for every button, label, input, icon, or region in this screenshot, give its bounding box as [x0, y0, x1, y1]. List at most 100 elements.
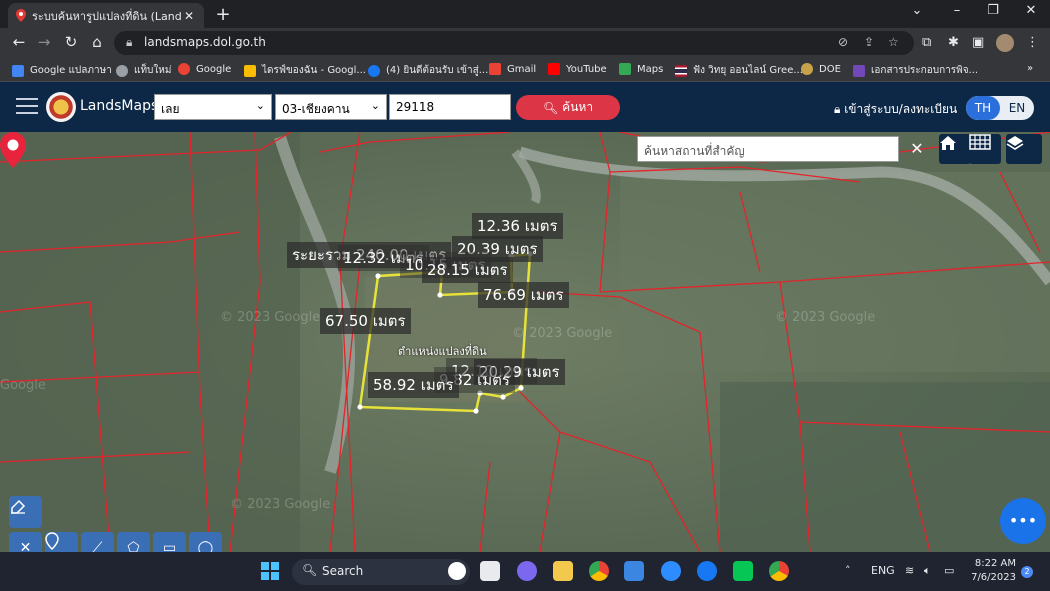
eraser-icon[interactable] [9, 496, 42, 528]
task-view-icon[interactable] [480, 561, 500, 581]
lang-th-button[interactable]: TH [966, 96, 1000, 120]
more-options-button[interactable]: ••• [1000, 498, 1046, 544]
line-icon[interactable] [733, 561, 753, 581]
gmail-icon [489, 63, 501, 75]
system-clock[interactable]: 8:22 AM 7/6/2023 [966, 557, 1016, 585]
bookmark-item[interactable]: (4) ยินดีต้อนรับ เข้าสู่... [368, 63, 488, 78]
hamburger-menu-icon[interactable] [16, 98, 38, 116]
bing-icon [448, 562, 466, 580]
bookmark-item[interactable]: Google แปลภาษา [12, 63, 112, 78]
drive-icon [244, 64, 256, 77]
bookmark-item[interactable]: ฟัง วิทยุ ออนไลน์ Gree... [675, 63, 803, 78]
facebook-icon [368, 64, 380, 77]
polygon-tool-icon[interactable]: ⬠ [117, 532, 150, 552]
clock-date: 7/6/2023 [971, 572, 1016, 583]
parcel-number-input[interactable]: 29118 [389, 94, 511, 120]
chrome-profile-icon[interactable] [769, 561, 789, 581]
distance-label: 67.50 เมตร [320, 308, 411, 334]
address-bar[interactable]: 🔒︎ landsmaps.dol.go.th ⊘ ⇪ ☆ [114, 31, 914, 55]
blocked-icon[interactable]: ⊘ [838, 35, 848, 49]
zoom-icon[interactable] [661, 561, 681, 581]
bookmark-item[interactable]: Google [178, 63, 231, 75]
layers-icon[interactable] [1006, 134, 1042, 164]
side-panel-icon[interactable]: ▣ [972, 35, 984, 50]
location-pin-icon[interactable] [0, 132, 26, 168]
chrome-icon[interactable] [589, 561, 609, 581]
bookmark-star-icon[interactable]: ☆ [888, 35, 899, 49]
map-watermark: © 2023 Google [775, 310, 876, 325]
store-icon[interactable] [624, 561, 644, 581]
chrome-menu-icon[interactable]: ⋮ [1026, 35, 1039, 50]
chat-icon[interactable] [517, 561, 537, 581]
more-bookmarks-button[interactable]: » [1027, 63, 1033, 74]
facebook-icon[interactable] [697, 561, 717, 581]
taskbar-search[interactable]: 🔍︎ Search [292, 559, 470, 585]
volume-icon[interactable]: 🔈︎ [924, 564, 931, 578]
google-icon [178, 63, 190, 75]
province-select[interactable]: เลย ⌄ [154, 94, 272, 120]
chevron-down-icon: ⌄ [370, 99, 380, 112]
bookmark-item[interactable]: YouTube [548, 63, 607, 75]
measure-tool-icon[interactable]: ✕ [9, 532, 42, 552]
line-tool-icon[interactable]: ⟋ [81, 532, 114, 552]
district-select[interactable]: 03-เชียงคาน ⌄ [275, 94, 387, 120]
lang-en-button[interactable]: EN [1000, 96, 1034, 120]
chevron-up-icon[interactable]: ˄ [845, 564, 851, 577]
close-tab-icon[interactable]: ✕ [182, 9, 196, 23]
battery-icon[interactable]: ▭ [944, 564, 954, 577]
input-language[interactable]: ENG [871, 564, 895, 577]
screen: ระบบค้นหารูปแปลงที่ดิน (LandsMaps ✕ + ⌄ … [0, 0, 1050, 591]
circle-tool-icon[interactable]: ◯ [189, 532, 222, 552]
back-arrow-icon[interactable]: ← [8, 33, 30, 51]
bookmark-item[interactable]: DOE [801, 63, 841, 75]
map-view[interactable]: © 2023 Google © 2023 Google © 2023 Googl… [0, 132, 1050, 552]
youtube-icon [548, 63, 560, 75]
minimize-button[interactable]: – [944, 3, 970, 18]
windows-start-icon[interactable] [260, 561, 280, 581]
bookmark-item[interactable]: เอกสารประกอบการพิจ... [853, 63, 978, 78]
bookmark-item[interactable]: Gmail [489, 63, 536, 75]
file-explorer-icon[interactable] [553, 561, 573, 581]
place-search-input[interactable]: ค้นหาสถานที่สำคัญ [637, 136, 899, 162]
home-icon[interactable] [939, 134, 971, 164]
new-tab-button[interactable]: + [212, 4, 234, 25]
search-icon: 🔍︎ [542, 100, 559, 115]
forms-icon [853, 64, 865, 77]
profile-avatar[interactable] [996, 34, 1014, 52]
grid-icon[interactable] [969, 134, 1001, 164]
bookmark-item[interactable]: แท็บใหม่ [116, 63, 171, 78]
url-text: landsmaps.dol.go.th [144, 35, 266, 49]
distance-label: 76.69 เมตร [478, 282, 569, 308]
map-watermark: © 2023 Google [220, 310, 321, 325]
translate-extension-icon[interactable]: ⧉ [922, 35, 931, 50]
brand-title: LandsMaps [80, 98, 159, 114]
layers-stack-icon [1006, 136, 1024, 150]
forward-arrow-icon[interactable]: → [33, 33, 55, 51]
extensions-icon[interactable]: ✱ [948, 35, 959, 50]
language-toggle: TH EN [966, 96, 1034, 120]
distance-label: 28.15 เมตร [422, 257, 513, 283]
tab-title: ระบบค้นหารูปแปลงที่ดิน (LandsMaps [32, 9, 182, 23]
reload-icon[interactable]: ↻ [60, 33, 82, 51]
bookmark-item[interactable]: Maps [619, 63, 663, 75]
login-link[interactable]: 🔒︎ เข้าสู่ระบบ/ลงทะเบียน [834, 100, 957, 119]
map-watermark: © 2023 Google [512, 326, 613, 341]
bookmark-item[interactable]: ไดรฟ์ของฉัน - Googl... [244, 63, 366, 78]
flag-icon [675, 64, 687, 77]
browser-tab-strip: ระบบค้นหารูปแปลงที่ดิน (LandsMaps ✕ + ⌄ … [0, 0, 1050, 28]
clock-time: 8:22 AM [974, 558, 1016, 569]
rectangle-tool-icon[interactable]: ▭ [153, 532, 186, 552]
pin-tool-icon[interactable] [45, 532, 78, 552]
notification-badge[interactable]: 2 [1021, 566, 1033, 578]
share-icon[interactable]: ⇪ [864, 35, 874, 49]
search-icon: 🔍︎ [302, 563, 318, 577]
close-window-button[interactable]: ✕ [1018, 3, 1044, 18]
maximize-button[interactable]: ❐ [980, 3, 1006, 18]
tab-search-icon[interactable]: ⌄ [904, 3, 930, 18]
search-button[interactable]: 🔍︎ ค้นหา [516, 95, 620, 120]
wifi-icon[interactable]: ≋ [905, 564, 914, 577]
browser-tab[interactable]: ระบบค้นหารูปแปลงที่ดิน (LandsMaps ✕ [8, 3, 204, 28]
home-icon[interactable]: ⌂ [86, 33, 108, 51]
globe-icon [116, 64, 128, 77]
clear-search-icon[interactable]: ✕ [902, 136, 932, 162]
